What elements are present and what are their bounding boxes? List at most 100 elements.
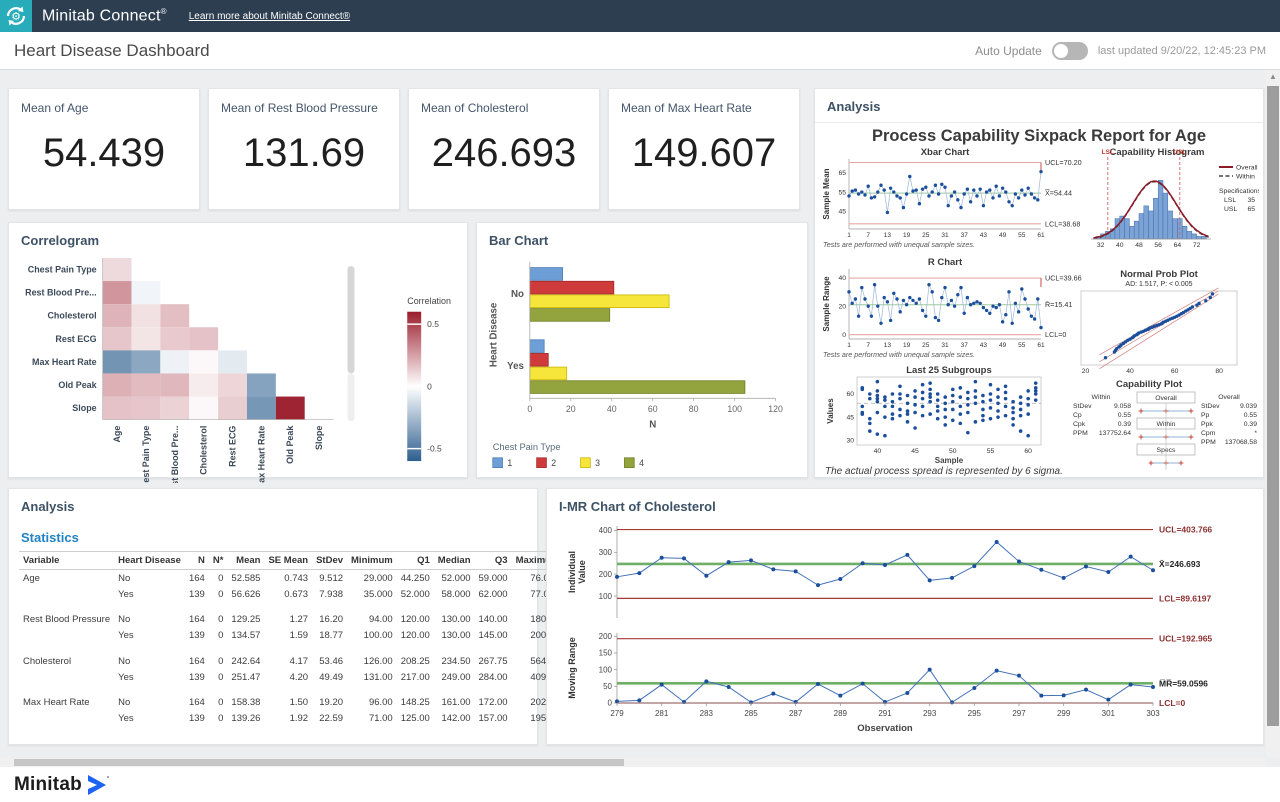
svg-text:Overall: Overall [1218, 394, 1240, 401]
svg-text:Capability Histogram: Capability Histogram [1109, 147, 1204, 158]
svg-text:PPM: PPM [1073, 430, 1088, 437]
scroll-up-arrow-icon[interactable]: ▲ [1266, 70, 1280, 84]
svg-text:LCL=38.68: LCL=38.68 [1045, 219, 1080, 228]
svg-text:Age: Age [112, 426, 122, 443]
last-updated-text: last updated 9/20/22, 12:45:23 PM [1098, 45, 1266, 57]
table-row: CholesterolNo1640242.644.1753.46126.0020… [19, 644, 563, 670]
svg-text:299: 299 [1057, 709, 1071, 718]
svg-text:100: 100 [599, 592, 613, 601]
kpi-value: 54.439 [9, 131, 199, 176]
table-row: Yes1390134.571.5918.77100.00120.00130.00… [19, 628, 563, 644]
kpi-label: Mean of Age [9, 89, 199, 115]
heart-disease-bar-chart: NoYes020406080100120NHeart DiseaseChest … [483, 252, 801, 483]
svg-text:⚙: ⚙ [11, 11, 21, 23]
svg-text:100: 100 [599, 665, 613, 674]
svg-text:35: 35 [1247, 197, 1255, 204]
svg-text:Rest Blood Pre...: Rest Blood Pre... [170, 426, 180, 483]
svg-text:50: 50 [949, 448, 957, 455]
svg-text:283: 283 [700, 709, 714, 718]
svg-text:PPM: PPM [1201, 439, 1216, 446]
svg-text:31: 31 [941, 342, 949, 349]
svg-text:0.39: 0.39 [1118, 421, 1131, 428]
table-row: Max Heart RateNo1640158.381.5019.2096.00… [19, 685, 563, 711]
svg-text:45: 45 [911, 448, 919, 455]
svg-text:1: 1 [847, 342, 851, 349]
svg-text:0.55: 0.55 [1244, 412, 1257, 419]
svg-text:43: 43 [980, 342, 988, 349]
svg-text:Within: Within [1092, 394, 1111, 401]
svg-text:30: 30 [846, 438, 854, 445]
svg-text:The actual process spread is r: The actual process spread is represented… [825, 466, 1063, 477]
brand-name: Minitab Connect® [42, 7, 167, 25]
horizontal-scrollbar-thumb[interactable] [14, 759, 624, 766]
svg-text:300: 300 [599, 548, 613, 557]
svg-text:Yes: Yes [507, 361, 524, 372]
svg-text:100: 100 [727, 404, 742, 414]
svg-text:279: 279 [610, 709, 624, 718]
svg-text:60: 60 [1024, 448, 1032, 455]
imr-chart: 100200300400UCL=403.766X̄=246.693LCL=89.… [555, 518, 1255, 745]
svg-text:Cp: Cp [1073, 412, 1082, 419]
svg-text:3: 3 [595, 458, 600, 468]
svg-text:M̅R̅=59.0596: M̅R̅=59.0596 [1159, 678, 1208, 688]
svg-text:0.39: 0.39 [1244, 421, 1257, 428]
svg-text:40: 40 [1126, 368, 1134, 375]
vertical-scrollbar[interactable]: ▲ [1266, 70, 1280, 758]
svg-text:UCL=39.66: UCL=39.66 [1045, 274, 1082, 283]
stats-col-header: Heart Disease [114, 552, 185, 570]
stats-col-header: SE Mean [264, 552, 312, 570]
svg-text:13: 13 [884, 342, 892, 349]
svg-text:Overall: Overall [1155, 395, 1177, 402]
svg-text:150: 150 [599, 649, 613, 658]
svg-text:137068.58: 137068.58 [1225, 439, 1257, 446]
svg-text:9.058: 9.058 [1114, 403, 1131, 410]
svg-text:Rest Blood Pre...: Rest Blood Pre... [25, 288, 97, 298]
kpi-card-mean-max-heart-rate: Mean of Max Heart Rate 149.607 [608, 88, 800, 210]
svg-text:200: 200 [599, 632, 613, 641]
svg-text:55: 55 [1018, 342, 1026, 349]
svg-text:65: 65 [838, 170, 846, 177]
svg-text:293: 293 [923, 709, 937, 718]
svg-text:X̿=54.44: X̿=54.44 [1044, 189, 1072, 198]
statistics-subtitle: Statistics [9, 518, 537, 551]
svg-text:1: 1 [507, 458, 512, 468]
svg-text:60: 60 [846, 391, 854, 398]
svg-text:Sample Range: Sample Range [822, 276, 831, 332]
svg-text:45: 45 [846, 414, 854, 421]
svg-text:0: 0 [608, 699, 613, 708]
svg-text:0: 0 [842, 332, 846, 339]
svg-text:Max Heart Rate: Max Heart Rate [32, 357, 97, 367]
svg-text:Ppk: Ppk [1201, 421, 1213, 428]
svg-text:25: 25 [922, 342, 930, 349]
svg-text:285: 285 [744, 709, 758, 718]
svg-text:281: 281 [655, 709, 669, 718]
svg-text:48: 48 [1135, 242, 1143, 249]
svg-text:49: 49 [999, 232, 1007, 239]
svg-text:LCL=89.6197: LCL=89.6197 [1159, 593, 1211, 603]
kpi-value: 149.607 [609, 131, 799, 176]
learn-more-link[interactable]: Learn more about Minitab Connect® [189, 11, 350, 22]
svg-text:Cpm: Cpm [1201, 430, 1216, 437]
svg-text:N: N [649, 420, 656, 431]
svg-text:40: 40 [838, 275, 846, 282]
svg-text:R̄=15.41: R̄=15.41 [1045, 300, 1072, 309]
svg-text:X̄=246.693: X̄=246.693 [1159, 559, 1201, 569]
svg-text:Chest Pain Type: Chest Pain Type [28, 265, 97, 275]
svg-text:25: 25 [922, 232, 930, 239]
svg-text:40: 40 [607, 404, 617, 414]
svg-text:80: 80 [689, 404, 699, 414]
svg-text:Tests are performed with unequ: Tests are performed with unequal sample … [823, 240, 975, 249]
auto-update-toggle[interactable] [1052, 42, 1088, 60]
top-navbar: ⚙ Minitab Connect® Learn more about Mini… [0, 0, 1280, 32]
horizontal-scrollbar[interactable] [0, 758, 1266, 767]
svg-text:0: 0 [427, 381, 432, 391]
panel-divider [815, 122, 1263, 123]
svg-text:80: 80 [1215, 368, 1223, 375]
panel-title: Analysis [815, 89, 1263, 118]
svg-text:UCL=403.766: UCL=403.766 [1159, 525, 1212, 535]
svg-text:61: 61 [1037, 232, 1045, 239]
kpi-card-mean-cholesterol: Mean of Cholesterol 246.693 [408, 88, 600, 210]
svg-text:13: 13 [884, 232, 892, 239]
stats-col-header: Minimum [347, 552, 397, 570]
vertical-scrollbar-thumb[interactable] [1267, 86, 1279, 726]
